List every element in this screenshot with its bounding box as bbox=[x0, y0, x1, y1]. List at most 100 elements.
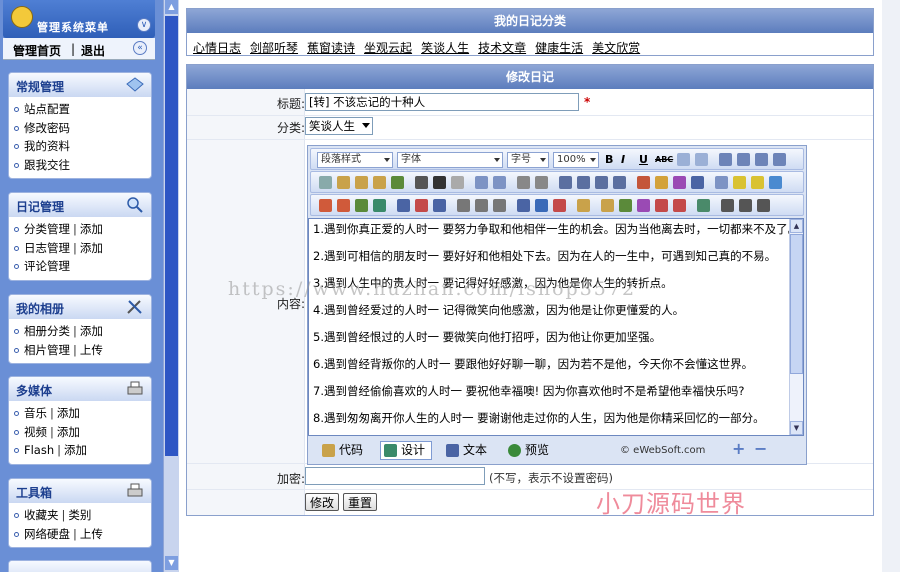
insert-special-icon[interactable] bbox=[319, 199, 332, 212]
title-input[interactable] bbox=[305, 93, 579, 111]
help-icon[interactable] bbox=[739, 199, 752, 212]
insert-media-icon[interactable] bbox=[769, 176, 782, 189]
menu-item-flash[interactable]: Flash | 添加 bbox=[14, 441, 151, 460]
insert-break-icon[interactable] bbox=[493, 199, 506, 212]
highlight-icon[interactable] bbox=[655, 176, 668, 189]
import-icon[interactable] bbox=[697, 199, 710, 212]
insert-link-icon[interactable] bbox=[517, 199, 530, 212]
table-icon[interactable] bbox=[715, 176, 728, 189]
bold-button[interactable]: B bbox=[605, 152, 613, 168]
font-size-select[interactable]: 字号 bbox=[507, 152, 549, 168]
panel-general-header[interactable]: 常规管理 bbox=[9, 73, 151, 97]
favorites-category-link[interactable]: 类别 bbox=[68, 508, 91, 522]
editor-scrollbar[interactable]: ▲ ▼ bbox=[789, 219, 803, 435]
scroll-thumb[interactable] bbox=[165, 16, 178, 456]
menu-item-site-config[interactable]: 站点配置 bbox=[14, 100, 151, 119]
category-link[interactable]: 技术文章 bbox=[478, 41, 526, 55]
sidebar-scrollbar[interactable]: ▲ ▼ bbox=[163, 0, 179, 572]
menu-item-music[interactable]: 音乐 | 添加 bbox=[14, 404, 151, 423]
select-all-icon[interactable] bbox=[517, 176, 530, 189]
mode-text-tab[interactable]: 文本 bbox=[442, 441, 494, 460]
panel-toolbox-header[interactable]: 工具箱 bbox=[9, 479, 151, 503]
about-icon[interactable] bbox=[757, 199, 770, 212]
menu-item-photo-manage[interactable]: 相片管理 | 上传 bbox=[14, 341, 151, 360]
paste-word-icon[interactable] bbox=[391, 176, 404, 189]
scroll-down-arrow-icon[interactable]: ▼ bbox=[165, 556, 178, 570]
menu-item-my-profile[interactable]: 我的资料 bbox=[14, 137, 151, 156]
ordered-list-icon[interactable] bbox=[559, 176, 572, 189]
menu-item-contact[interactable]: 跟我交往 bbox=[14, 156, 151, 175]
cut-icon[interactable] bbox=[319, 176, 332, 189]
logout-link[interactable]: 退出 bbox=[81, 42, 105, 59]
subscript-icon[interactable] bbox=[695, 153, 708, 166]
add-music-link[interactable]: 添加 bbox=[57, 406, 80, 420]
background-color-icon[interactable] bbox=[673, 176, 686, 189]
category-link[interactable]: 剑部听琴 bbox=[250, 41, 298, 55]
add-flash-link[interactable]: 添加 bbox=[64, 443, 87, 457]
add-log-link[interactable]: 添加 bbox=[80, 241, 103, 255]
insert-time-icon[interactable] bbox=[475, 199, 488, 212]
insert-mark-icon[interactable] bbox=[577, 199, 590, 212]
panel-more-header[interactable] bbox=[9, 561, 151, 572]
menu-item-video[interactable]: 视频 | 添加 bbox=[14, 423, 151, 442]
upload-file-link[interactable]: 上传 bbox=[80, 527, 103, 541]
add-video-link[interactable]: 添加 bbox=[57, 425, 80, 439]
align-right-icon[interactable] bbox=[755, 153, 768, 166]
add-category-link[interactable]: 添加 bbox=[80, 222, 103, 236]
mode-design-tab[interactable]: 设计 bbox=[380, 441, 433, 460]
scroll-up-arrow-icon[interactable]: ▲ bbox=[790, 219, 803, 233]
undo-icon[interactable] bbox=[475, 176, 488, 189]
insert-video-icon[interactable] bbox=[673, 199, 686, 212]
mode-preview-tab[interactable]: 预览 bbox=[504, 441, 556, 460]
remove-link-icon[interactable] bbox=[553, 199, 566, 212]
paste-text-icon[interactable] bbox=[373, 176, 386, 189]
insert-frame-icon[interactable] bbox=[397, 199, 410, 212]
superscript-icon[interactable] bbox=[677, 153, 690, 166]
upload-photo-link[interactable]: 上传 bbox=[80, 343, 103, 357]
editor-scroll-thumb[interactable] bbox=[790, 234, 803, 374]
italic-button[interactable]: I bbox=[621, 152, 625, 168]
unselect-icon[interactable] bbox=[535, 176, 548, 189]
insert-file-icon[interactable] bbox=[619, 199, 632, 212]
submit-button[interactable]: 修改 bbox=[305, 493, 340, 511]
password-input[interactable] bbox=[305, 467, 485, 485]
menu-item-album-category[interactable]: 相册分类 | 添加 bbox=[14, 322, 151, 341]
hide-sidebar-button[interactable]: « bbox=[133, 41, 147, 55]
copy-icon[interactable] bbox=[337, 176, 350, 189]
insert-emoticon-icon[interactable] bbox=[337, 199, 350, 212]
category-link[interactable]: 蕉窗读诗 bbox=[307, 41, 355, 55]
strikethrough-button[interactable]: ABC bbox=[655, 152, 673, 168]
insert-date-icon[interactable] bbox=[457, 199, 470, 212]
eraser-icon[interactable] bbox=[451, 176, 464, 189]
menu-item-log-manage[interactable]: 日志管理 | 添加 bbox=[14, 239, 151, 258]
paste-icon[interactable] bbox=[355, 176, 368, 189]
insert-smiley-icon[interactable] bbox=[601, 199, 614, 212]
menu-item-net-disk[interactable]: 网络硬盘 | 上传 bbox=[14, 525, 151, 544]
paragraph-style-select[interactable]: 段落样式 bbox=[317, 152, 393, 168]
insert-home-icon[interactable] bbox=[373, 199, 386, 212]
shrink-editor-icon[interactable]: − bbox=[754, 441, 768, 457]
category-link[interactable]: 心情日志 bbox=[193, 41, 241, 55]
align-left-icon[interactable] bbox=[719, 153, 732, 166]
redo-icon[interactable] bbox=[493, 176, 506, 189]
menu-item-comment-manage[interactable]: 评论管理 bbox=[14, 257, 151, 276]
align-center-icon[interactable] bbox=[737, 153, 750, 166]
category-link[interactable]: 坐观云起 bbox=[364, 41, 412, 55]
category-select[interactable]: 笑谈人生 bbox=[305, 117, 373, 135]
align-justify-icon[interactable] bbox=[773, 153, 786, 166]
underline-button[interactable]: U bbox=[639, 152, 648, 168]
expand-editor-icon[interactable]: + bbox=[732, 441, 746, 457]
category-link[interactable]: 笑谈人生 bbox=[421, 41, 469, 55]
scroll-up-arrow-icon[interactable]: ▲ bbox=[165, 0, 178, 14]
menu-item-favorites[interactable]: 收藏夹 | 类别 bbox=[14, 506, 151, 525]
panel-album-header[interactable]: 我的相册 bbox=[9, 295, 151, 319]
font-select[interactable]: 字体 bbox=[397, 152, 503, 168]
insert-symbol-icon[interactable] bbox=[355, 199, 368, 212]
find-icon[interactable] bbox=[415, 176, 428, 189]
panel-diary-header[interactable]: 日记管理 bbox=[9, 193, 151, 217]
mode-code-tab[interactable]: 代码 bbox=[318, 441, 370, 460]
scroll-down-arrow-icon[interactable]: ▼ bbox=[790, 421, 803, 435]
home-link[interactable]: 管理首页 bbox=[13, 42, 61, 59]
insert-line-icon[interactable] bbox=[433, 199, 446, 212]
text-color-icon[interactable] bbox=[637, 176, 650, 189]
